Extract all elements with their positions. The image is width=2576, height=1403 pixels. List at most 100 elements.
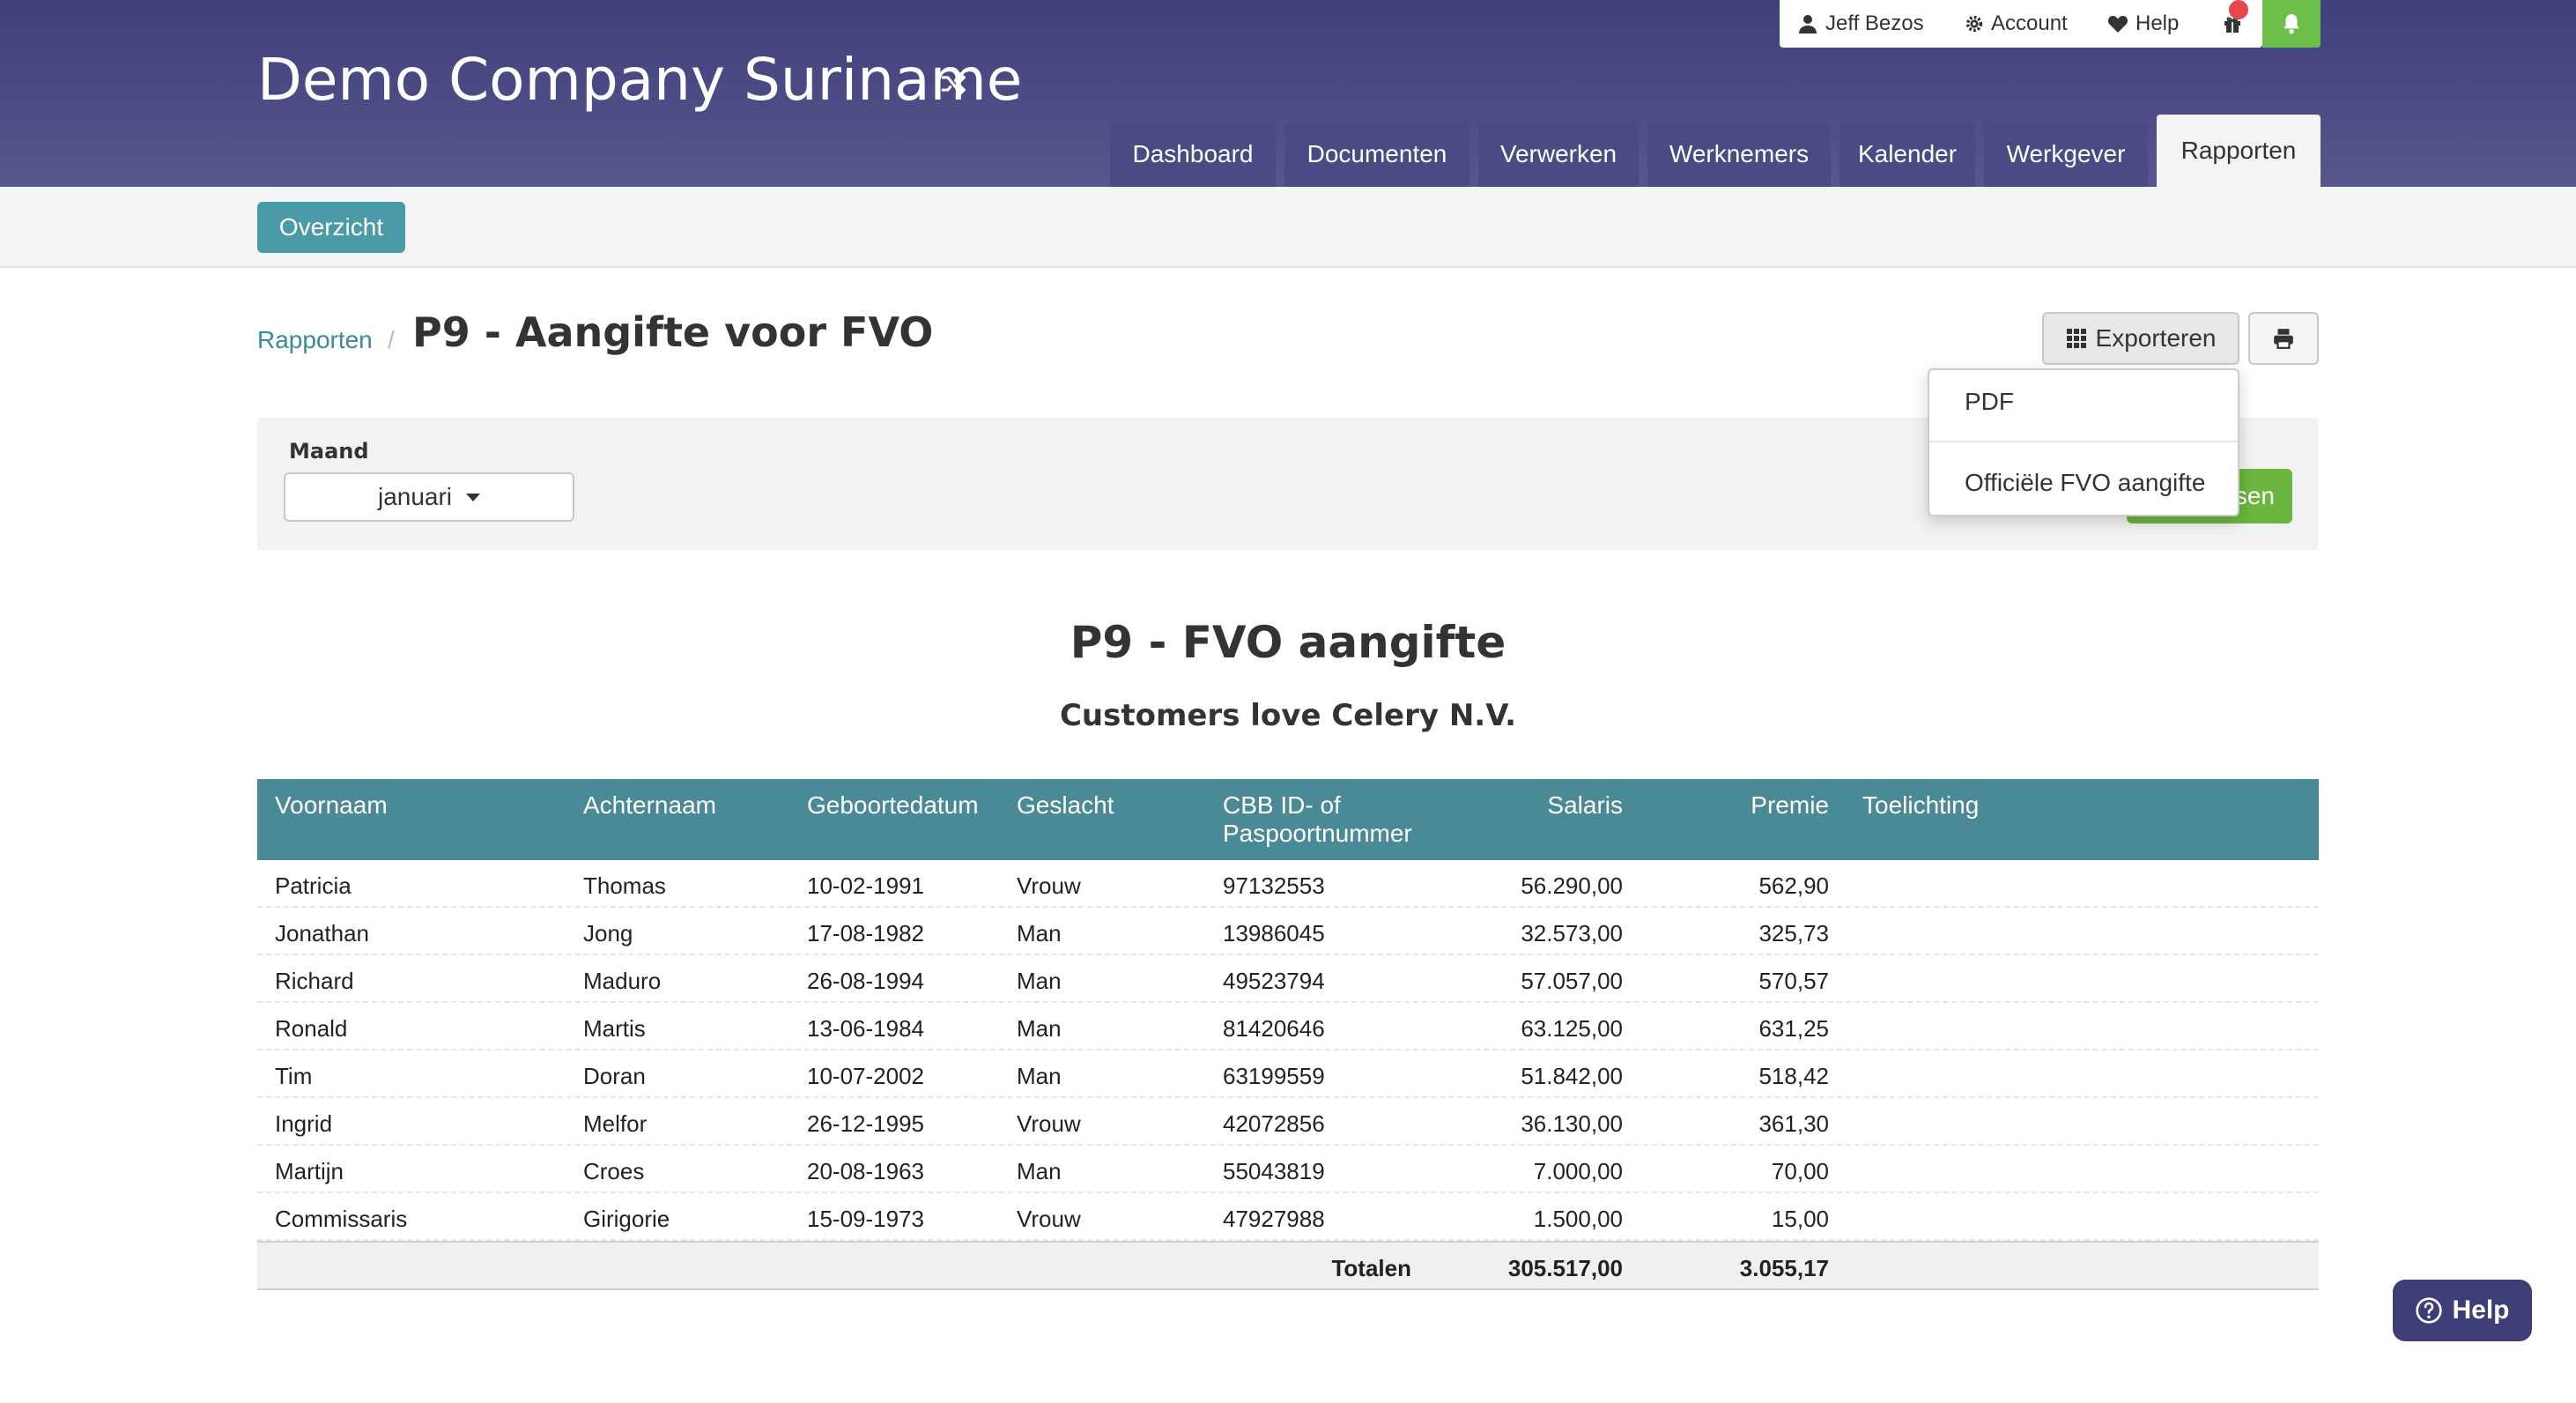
report-title: P9 - FVO aangifte	[1070, 617, 1506, 668]
cell-id: 81420646	[1223, 1015, 1325, 1042]
user-name: Jeff Bezos	[1825, 11, 1924, 35]
col-premie: Premie	[1751, 791, 1829, 819]
cell-id: 55043819	[1223, 1158, 1325, 1184]
tab-dashboard[interactable]: Dashboard	[1110, 122, 1276, 187]
cell-salaris: 32.573,00	[1521, 920, 1623, 946]
cell-geboortedatum: 10-02-1991	[807, 872, 924, 899]
month-select[interactable]: januari	[284, 472, 574, 522]
bell-icon	[2284, 14, 2299, 34]
export-dropdown: PDF Officiële FVO aangifte	[1928, 368, 2239, 516]
col-cbb-line2: Paspoortnummer	[1223, 820, 1412, 847]
page-title: P9 - Aangifte voor FVO	[412, 308, 934, 356]
cell-id: 49523794	[1223, 968, 1325, 994]
cell-geslacht: Man	[1017, 920, 1062, 946]
company-name[interactable]: Demo Company Suriname	[257, 46, 1022, 114]
cell-geslacht: Man	[1017, 1158, 1062, 1184]
export-pdf[interactable]: PDF	[1965, 388, 2014, 416]
totals-salaris: 305.517,00	[1507, 1255, 1623, 1281]
cell-voornaam: Ingrid	[275, 1110, 333, 1137]
user-menu[interactable]: Jeff Bezos	[1797, 0, 1924, 48]
cell-achternaam: Thomas	[583, 872, 666, 899]
cell-id: 13986045	[1223, 920, 1325, 946]
help-widget-label: Help	[2452, 1295, 2510, 1325]
cell-achternaam: Doran	[583, 1063, 646, 1089]
cell-id: 97132553	[1223, 872, 1325, 899]
notifications-button[interactable]	[2262, 0, 2321, 48]
cell-voornaam: Ronald	[275, 1015, 348, 1042]
cell-geslacht: Man	[1017, 1015, 1062, 1042]
table-row: Martijn Croes 20-08-1963 Man 55043819 7.000,0…	[257, 1146, 2319, 1193]
tab-werknemers[interactable]: Werknemers	[1647, 122, 1831, 187]
cell-salaris: 56.290,00	[1521, 872, 1623, 899]
totals-premie: 3.055,17	[1739, 1255, 1829, 1281]
cell-salaris: 63.125,00	[1521, 1015, 1623, 1042]
cell-geboortedatum: 26-12-1995	[807, 1110, 924, 1137]
month-value: januari	[377, 483, 453, 510]
col-voornaam: Voornaam	[275, 791, 388, 819]
print-button[interactable]	[2248, 312, 2319, 365]
cell-geslacht: Vrouw	[1017, 1206, 1081, 1232]
cell-voornaam: Tim	[275, 1063, 313, 1089]
grid-icon	[2066, 329, 2086, 348]
cell-salaris: 1.500,00	[1533, 1206, 1623, 1232]
overzicht-button[interactable]: Overzicht	[257, 202, 405, 253]
cell-salaris: 51.842,00	[1521, 1063, 1623, 1089]
cell-geslacht: Man	[1017, 968, 1062, 994]
shuffle-icon[interactable]	[939, 69, 969, 99]
cell-achternaam: Melfor	[583, 1110, 648, 1137]
account-label: Account	[1991, 11, 2068, 35]
cell-geboortedatum: 13-06-1984	[807, 1015, 924, 1042]
gear-icon	[1965, 15, 1983, 33]
notification-dot	[2229, 0, 2248, 19]
cell-premie: 325,73	[1758, 920, 1829, 946]
cell-geslacht: Vrouw	[1017, 1110, 1081, 1137]
tab-documenten[interactable]: Documenten	[1284, 122, 1469, 187]
col-cbb-id: CBB ID- of Paspoortnummer	[1223, 791, 1412, 848]
cell-voornaam: Patricia	[275, 872, 352, 899]
col-achternaam: Achternaam	[583, 791, 716, 819]
cell-salaris: 57.057,00	[1521, 968, 1623, 994]
col-geboortedatum: Geboortedatum	[807, 791, 979, 819]
cell-salaris: 7.000,00	[1533, 1158, 1623, 1184]
export-button[interactable]: Exporteren	[2042, 312, 2239, 365]
dropdown-divider	[1929, 441, 2238, 442]
show-button-label: sen	[2234, 482, 2275, 509]
cell-premie: 518,42	[1758, 1063, 1829, 1089]
cell-voornaam: Jonathan	[275, 920, 369, 946]
cell-geslacht: Man	[1017, 1063, 1062, 1089]
help-label: Help	[2136, 11, 2180, 35]
question-circle-icon	[2416, 1297, 2443, 1324]
cell-id: 47927988	[1223, 1206, 1325, 1232]
col-geslacht: Geslacht	[1017, 791, 1114, 819]
help-widget-button[interactable]: Help	[2393, 1280, 2532, 1341]
cell-geboortedatum: 10-07-2002	[807, 1063, 924, 1089]
cell-premie: 570,57	[1758, 968, 1829, 994]
cell-achternaam: Jong	[583, 920, 633, 946]
tab-kalender[interactable]: Kalender	[1839, 122, 1975, 187]
tab-rapporten[interactable]: Rapporten	[2157, 115, 2321, 187]
tab-werkgever[interactable]: Werkgever	[1984, 122, 2148, 187]
breadcrumb-rapporten[interactable]: Rapporten	[257, 326, 373, 354]
table-row: Tim Doran 10-07-2002 Man 63199559 51.842,00 51…	[257, 1050, 2319, 1098]
account-link[interactable]: Account	[1965, 0, 2068, 48]
help-link[interactable]: Help	[2107, 0, 2179, 48]
col-cbb-line1: CBB ID- of	[1223, 791, 1341, 819]
cell-premie: 631,25	[1758, 1015, 1829, 1042]
cell-achternaam: Croes	[583, 1158, 645, 1184]
cell-salaris: 36.130,00	[1521, 1110, 1623, 1137]
cell-geboortedatum: 17-08-1982	[807, 920, 924, 946]
user-icon	[1799, 15, 1817, 33]
table-row: Patricia Thomas 10-02-1991 Vrouw 97132553 56.…	[257, 860, 2319, 908]
cell-id: 42072856	[1223, 1110, 1325, 1137]
cell-achternaam: Martis	[583, 1015, 646, 1042]
table-row: Ronald Martis 13-06-1984 Man 81420646 63.125,…	[257, 1003, 2319, 1050]
breadcrumb-separator: /	[388, 326, 395, 353]
export-fvo[interactable]: Officiële FVO aangifte	[1965, 469, 2205, 497]
cell-geboortedatum: 15-09-1973	[807, 1206, 924, 1232]
table-row: Commissaris Girigorie 15-09-1973 Vrouw 47927…	[257, 1193, 2319, 1241]
tab-verwerken[interactable]: Verwerken	[1478, 122, 1639, 187]
cell-geboortedatum: 26-08-1994	[807, 968, 924, 994]
col-toelichting: Toelichting	[1862, 791, 1980, 819]
print-icon	[2274, 329, 2293, 349]
month-label: Maand	[289, 439, 369, 464]
